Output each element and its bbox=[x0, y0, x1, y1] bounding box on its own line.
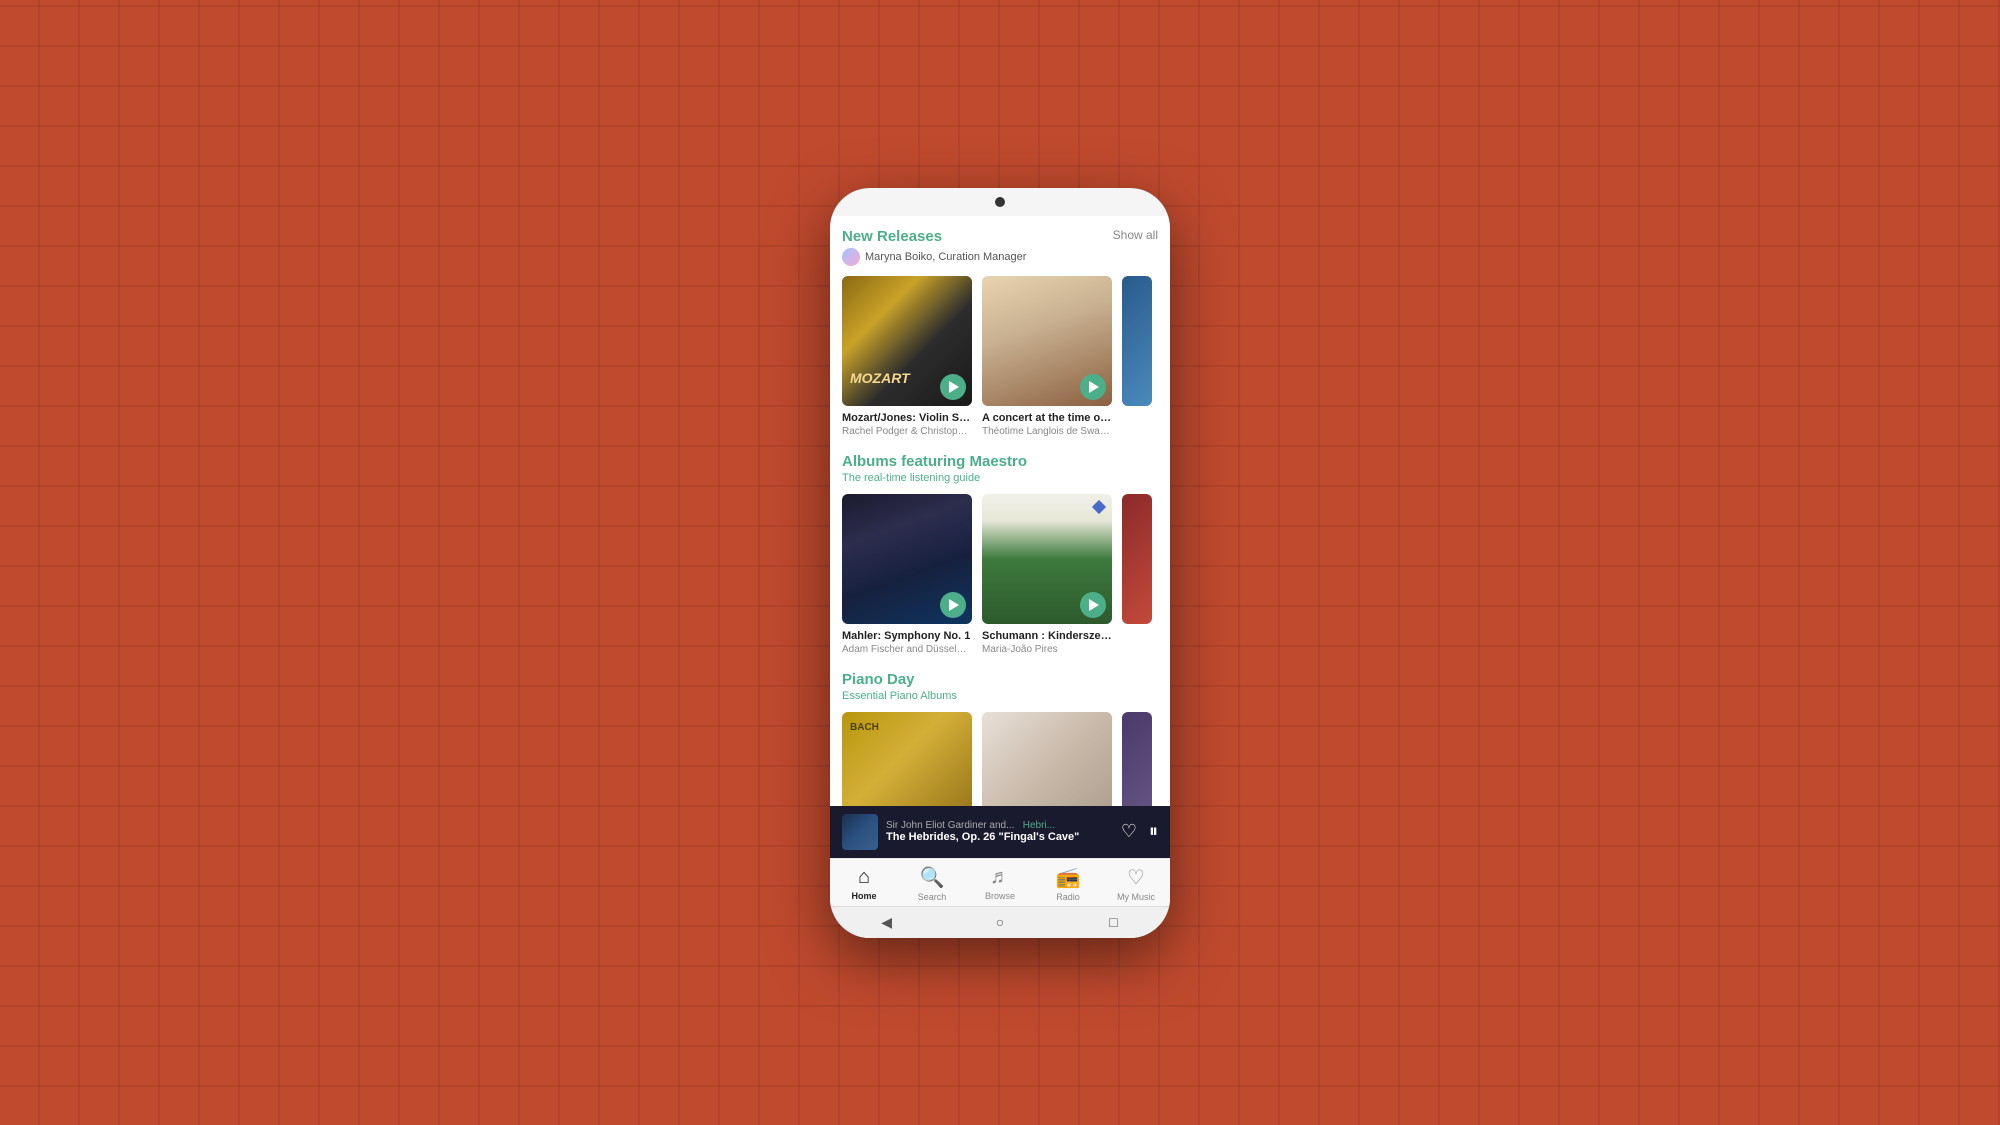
phone-frame: New Releases Show all Maryna Boiko, Cura… bbox=[830, 188, 1170, 938]
home-button[interactable]: ○ bbox=[990, 912, 1010, 932]
now-playing-thumb bbox=[842, 814, 878, 850]
piano-day-section: Piano Day Essential Piano Albums Bach: G… bbox=[842, 671, 1158, 805]
curator-name: Maryna Boiko, Curation Manager bbox=[865, 251, 1026, 263]
album-thumb-mozart bbox=[842, 276, 972, 406]
play-triangle-icon bbox=[1089, 599, 1099, 611]
album-art-partial1 bbox=[1122, 276, 1152, 406]
play-triangle-icon bbox=[949, 381, 959, 393]
now-playing-art bbox=[842, 814, 878, 850]
bottom-nav: ⌂ Home 🔍 Search ♬ Browse 📻 Radio ♡ My Mu… bbox=[830, 858, 1170, 906]
now-playing-title: The Hebrides, Op. 26 "Fingal's Cave" bbox=[886, 831, 1113, 843]
piano-day-subtitle: Essential Piano Albums bbox=[842, 690, 1158, 702]
phone-camera bbox=[995, 197, 1005, 207]
play-button-concert[interactable] bbox=[1080, 374, 1106, 400]
now-playing-bar[interactable]: Sir John Eliot Gardiner and... Hebri... … bbox=[830, 806, 1170, 858]
piano-day-header: Piano Day Essential Piano Albums bbox=[842, 671, 1158, 702]
pause-button[interactable]: ⏸ bbox=[1149, 821, 1158, 842]
album-thumb-concert bbox=[982, 276, 1112, 406]
nav-item-home[interactable]: ⌂ Home bbox=[839, 866, 889, 901]
album-card-partial2 bbox=[1122, 494, 1152, 655]
album-art-partial2 bbox=[1122, 494, 1152, 624]
album-thumb-partial3 bbox=[1122, 712, 1152, 805]
home-icon: ⌂ bbox=[858, 866, 870, 889]
album-art-piano2 bbox=[982, 712, 1112, 805]
scroll-content: New Releases Show all Maryna Boiko, Cura… bbox=[830, 216, 1170, 806]
play-triangle-icon bbox=[949, 599, 959, 611]
album-title-schumann: Schumann : Kinderszenen,... bbox=[982, 629, 1112, 643]
album-card-partial1 bbox=[1122, 276, 1152, 437]
album-art-partial3 bbox=[1122, 712, 1152, 805]
album-art-goldberg bbox=[842, 712, 972, 805]
album-artist-mozart: Rachel Podger & Christopher... bbox=[842, 426, 972, 437]
play-button-mahler[interactable] bbox=[940, 592, 966, 618]
maestro-title: Albums featuring Maestro bbox=[842, 453, 1027, 470]
nav-item-my-music[interactable]: ♡ My Music bbox=[1111, 865, 1161, 902]
maestro-row: Mahler: Symphony No. 1 Adam Fischer and … bbox=[842, 494, 1158, 655]
album-thumb-partial2 bbox=[1122, 494, 1152, 624]
play-triangle-icon bbox=[1089, 381, 1099, 393]
album-title-mozart: Mozart/Jones: Violin Sona... bbox=[842, 411, 972, 425]
nav-item-radio[interactable]: 📻 Radio bbox=[1043, 865, 1093, 902]
my-music-icon: ♡ bbox=[1127, 865, 1145, 890]
heart-button[interactable]: ♡ bbox=[1121, 821, 1137, 842]
nav-item-search[interactable]: 🔍 Search bbox=[907, 865, 957, 902]
album-card-goldberg[interactable]: Bach: Goldberg Variations Glenn Gould bbox=[842, 712, 972, 805]
maestro-diamond-icon bbox=[1092, 500, 1106, 514]
album-artist-concert: Théotime Langlois de Swarte... bbox=[982, 426, 1112, 437]
app-content: New Releases Show all Maryna Boiko, Cura… bbox=[830, 216, 1170, 938]
maestro-header: Albums featuring Maestro The real-time l… bbox=[842, 453, 1158, 484]
curator-avatar-inner bbox=[842, 248, 860, 266]
piano-day-title: Piano Day bbox=[842, 671, 915, 688]
album-thumb-mahler bbox=[842, 494, 972, 624]
show-all-button[interactable]: Show all bbox=[1113, 228, 1158, 242]
album-card-mozart[interactable]: Mozart/Jones: Violin Sona... Rachel Podg… bbox=[842, 276, 972, 437]
new-releases-title: New Releases bbox=[842, 228, 942, 245]
album-card-mahler[interactable]: Mahler: Symphony No. 1 Adam Fischer and … bbox=[842, 494, 972, 655]
nav-item-browse[interactable]: ♬ Browse bbox=[975, 866, 1025, 901]
browse-icon: ♬ bbox=[990, 866, 1010, 889]
album-thumb-schumann bbox=[982, 494, 1112, 624]
curator-row: Maryna Boiko, Curation Manager bbox=[842, 248, 1158, 266]
album-title-concert: A concert at the time of Pr... bbox=[982, 411, 1112, 425]
new-releases-header: New Releases Show all Maryna Boiko, Cura… bbox=[842, 228, 1158, 266]
recents-button[interactable]: □ bbox=[1103, 912, 1123, 932]
maestro-subtitle: The real-time listening guide bbox=[842, 472, 1158, 484]
album-card-piano2[interactable] bbox=[982, 712, 1112, 805]
piano-day-row: Bach: Goldberg Variations Glenn Gould bbox=[842, 712, 1158, 805]
album-card-partial3 bbox=[1122, 712, 1152, 805]
maestro-section: Albums featuring Maestro The real-time l… bbox=[842, 453, 1158, 655]
play-button-mozart[interactable] bbox=[940, 374, 966, 400]
album-title-mahler: Mahler: Symphony No. 1 bbox=[842, 629, 972, 643]
album-thumb-piano2 bbox=[982, 712, 1112, 805]
album-artist-schumann: Maria-João Pires bbox=[982, 644, 1112, 655]
album-card-schumann[interactable]: Schumann : Kinderszenen,... Maria-João P… bbox=[982, 494, 1112, 655]
now-playing-info: Sir John Eliot Gardiner and... Hebri... … bbox=[886, 820, 1113, 843]
album-thumb-goldberg bbox=[842, 712, 972, 805]
now-playing-artist: Sir John Eliot Gardiner and... Hebri... bbox=[886, 820, 1113, 831]
album-artist-mahler: Adam Fischer and Düsseldorf... bbox=[842, 644, 972, 655]
radio-icon: 📻 bbox=[1056, 865, 1081, 890]
new-releases-section: New Releases Show all Maryna Boiko, Cura… bbox=[842, 228, 1158, 437]
new-releases-row: Mozart/Jones: Violin Sona... Rachel Podg… bbox=[842, 276, 1158, 437]
home-label: Home bbox=[851, 891, 876, 901]
back-button[interactable]: ◀ bbox=[877, 912, 897, 932]
phone-notch-bar bbox=[830, 188, 1170, 216]
album-card-concert[interactable]: A concert at the time of Pr... Théotime … bbox=[982, 276, 1112, 437]
search-label: Search bbox=[918, 892, 947, 902]
radio-label: Radio bbox=[1056, 892, 1080, 902]
album-thumb-partial1 bbox=[1122, 276, 1152, 406]
play-button-schumann[interactable] bbox=[1080, 592, 1106, 618]
section-header-row: New Releases Show all bbox=[842, 228, 1158, 245]
curator-avatar bbox=[842, 248, 860, 266]
system-bar: ◀ ○ □ bbox=[830, 906, 1170, 938]
my-music-label: My Music bbox=[1117, 892, 1155, 902]
maestro-badge bbox=[1092, 500, 1106, 514]
search-icon: 🔍 bbox=[920, 865, 945, 890]
browse-label: Browse bbox=[985, 891, 1015, 901]
now-playing-controls: ♡ ⏸ bbox=[1121, 821, 1158, 842]
